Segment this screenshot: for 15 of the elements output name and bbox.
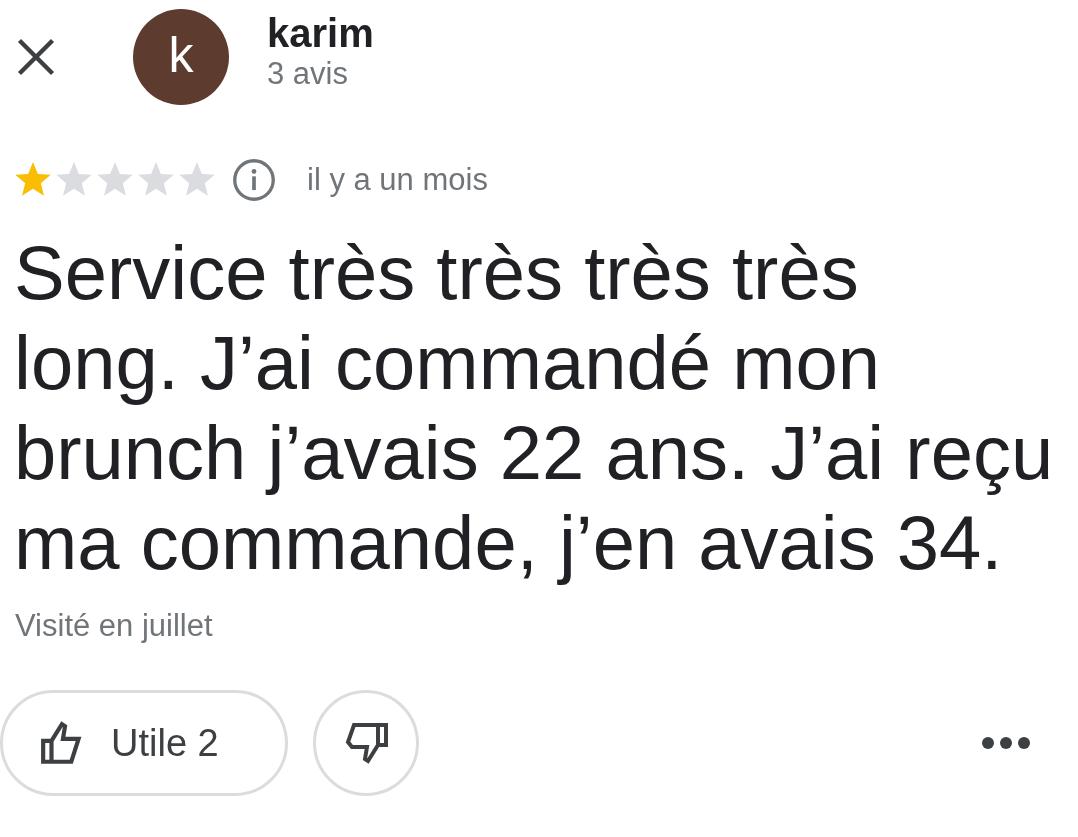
star-icon bbox=[14, 162, 52, 198]
more-options-icon[interactable] bbox=[982, 737, 1030, 749]
thumbs-down-button[interactable] bbox=[313, 690, 419, 796]
star-icon bbox=[96, 162, 134, 198]
reviewer-name[interactable]: karim bbox=[267, 10, 374, 56]
star-icon bbox=[55, 162, 93, 198]
helpful-button[interactable]: Utile 2 bbox=[0, 690, 288, 796]
review-text: Service très très très très long. J’ai commandé mon brunch j’avais 22 ans. J’ai reçu ma commande, j’en avais 34. bbox=[14, 229, 1054, 587]
review-count: 3 avis bbox=[267, 56, 349, 92]
info-icon[interactable] bbox=[232, 158, 276, 202]
visit-date: Visité en juillet bbox=[15, 607, 213, 645]
avatar: k bbox=[133, 9, 229, 105]
review-time: il y a un mois bbox=[307, 160, 488, 199]
star-icon bbox=[178, 162, 216, 198]
star-icon bbox=[137, 162, 175, 198]
